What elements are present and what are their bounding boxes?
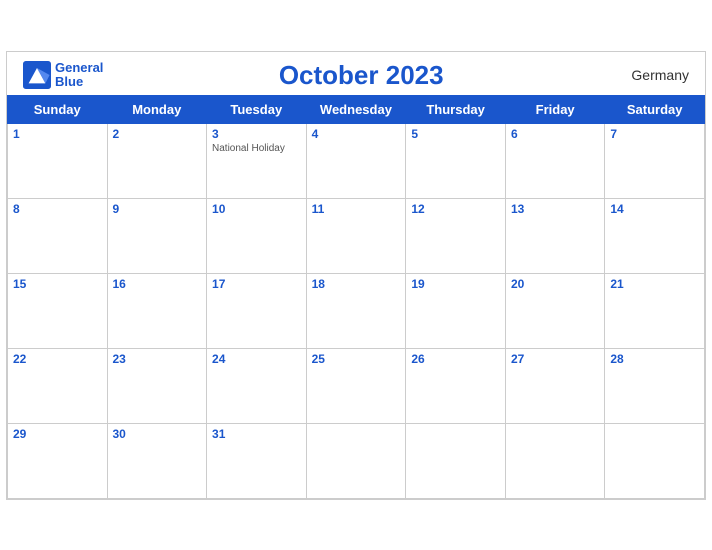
calendar-week-row: 22 23 24 25 26 27 28 [8,348,705,423]
calendar-cell: 8 [8,198,108,273]
day-number: 26 [411,352,500,366]
day-number: 20 [511,277,599,291]
day-number: 6 [511,127,599,141]
day-number: 16 [113,277,202,291]
day-number: 11 [312,202,401,216]
day-number: 5 [411,127,500,141]
calendar-cell: 1 [8,123,108,198]
day-number: 29 [13,427,102,441]
calendar-cell: 23 [107,348,207,423]
calendar-cell: 27 [505,348,604,423]
calendar-cell: 17 [207,273,307,348]
day-number: 1 [13,127,102,141]
month-title: October 2023 [103,60,619,91]
day-number: 19 [411,277,500,291]
day-number: 13 [511,202,599,216]
day-number: 8 [13,202,102,216]
calendar-week-row: 15 16 17 18 19 20 21 [8,273,705,348]
logo-text: General Blue [55,61,103,90]
calendar-week-row: 89 10 11 12 13 14 [8,198,705,273]
generalblue-logo-icon [23,61,51,89]
day-number: 3 [212,127,301,141]
day-number: 27 [511,352,599,366]
header-tuesday: Tuesday [207,95,307,123]
calendar-cell: 15 [8,273,108,348]
calendar-cell: 6 [505,123,604,198]
calendar-cell: 30 [107,423,207,498]
calendar-cell: 16 [107,273,207,348]
day-number: 17 [212,277,301,291]
day-number: 2 [113,127,202,141]
calendar-cell: 12 [406,198,506,273]
day-number: 28 [610,352,699,366]
calendar-cell: 4 [306,123,406,198]
calendar-cell: 11 [306,198,406,273]
day-number: 7 [610,127,699,141]
calendar-container: General Blue October 2023 Germany Sunday… [6,51,706,500]
day-number: 30 [113,427,202,441]
header-thursday: Thursday [406,95,506,123]
calendar-cell: 7 [605,123,705,198]
header-friday: Friday [505,95,604,123]
day-number: 18 [312,277,401,291]
calendar-cell: 9 [107,198,207,273]
calendar-cell: 28 [605,348,705,423]
calendar-cell [306,423,406,498]
country-label: Germany [619,67,689,83]
calendar-cell [605,423,705,498]
calendar-cell: 19 [406,273,506,348]
header-wednesday: Wednesday [306,95,406,123]
calendar-cell: 2 [107,123,207,198]
calendar-cell: 25 [306,348,406,423]
calendar-cell: 22 [8,348,108,423]
calendar-table: Sunday Monday Tuesday Wednesday Thursday… [7,95,705,499]
day-number: 25 [312,352,401,366]
calendar-week-row: 123 National Holiday 4567 [8,123,705,198]
calendar-body: 123National Holiday456789101112131415161… [8,123,705,498]
calendar-cell: 24 [207,348,307,423]
calendar-cell [406,423,506,498]
calendar-cell [505,423,604,498]
day-number: 24 [212,352,301,366]
calendar-cell: 29 [8,423,108,498]
calendar-week-row: 29 30 31 [8,423,705,498]
calendar-cell: 14 [605,198,705,273]
calendar-cell: 21 [605,273,705,348]
header-saturday: Saturday [605,95,705,123]
day-number: 31 [212,427,301,441]
logo-area: General Blue [23,61,103,90]
day-number: 9 [113,202,202,216]
calendar-cell: 31 [207,423,307,498]
calendar-cell: 5 [406,123,506,198]
day-number: 21 [610,277,699,291]
day-number: 23 [113,352,202,366]
calendar-cell: 20 [505,273,604,348]
day-number: 14 [610,202,699,216]
header-sunday: Sunday [8,95,108,123]
calendar-header: General Blue October 2023 Germany [7,52,705,95]
holiday-label: National Holiday [212,143,301,154]
day-number: 10 [212,202,301,216]
weekday-header-row: Sunday Monday Tuesday Wednesday Thursday… [8,95,705,123]
calendar-cell: 10 [207,198,307,273]
header-monday: Monday [107,95,207,123]
day-number: 15 [13,277,102,291]
day-number: 22 [13,352,102,366]
calendar-cell: 3 National Holiday [207,123,307,198]
calendar-cell: 13 [505,198,604,273]
calendar-cell: 18 [306,273,406,348]
day-number: 4 [312,127,401,141]
day-number: 12 [411,202,500,216]
calendar-cell: 26 [406,348,506,423]
